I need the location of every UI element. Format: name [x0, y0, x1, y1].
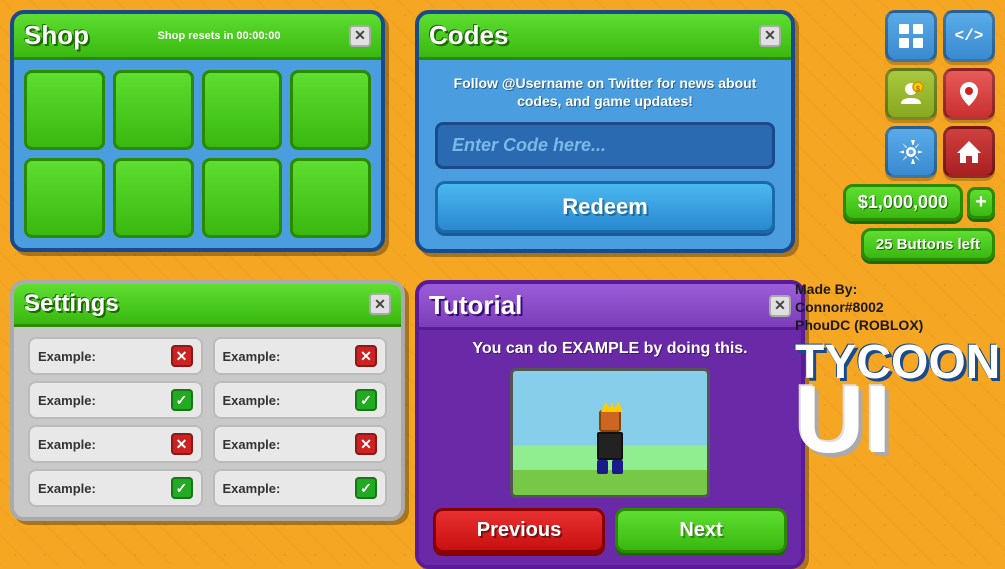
made-by-line1: Made By:	[795, 281, 857, 297]
shop-grid	[24, 70, 371, 238]
shop-item[interactable]	[202, 70, 283, 150]
shop-item[interactable]	[290, 158, 371, 238]
setting-label: Example:	[38, 349, 96, 364]
next-button[interactable]: Next	[615, 508, 787, 553]
tutorial-close-button[interactable]: ✕	[769, 295, 791, 317]
tutorial-navigation: Previous Next	[433, 508, 787, 553]
character-body	[597, 432, 623, 460]
settings-close-button[interactable]: ✕	[369, 293, 391, 315]
settings-panel: Settings ✕ Example: ✕ Example: ✕ Example…	[10, 280, 405, 521]
setting-row: Example: ✓	[213, 469, 388, 507]
character-crown	[601, 402, 623, 412]
tutorial-instruction-text: You can do EXAMPLE by doing this.	[472, 340, 747, 358]
character-leg-right	[612, 460, 623, 474]
code-bracket-icon-button[interactable]: </>	[943, 10, 995, 62]
made-by-line3: PhouDC (ROBLOX)	[795, 317, 923, 333]
tutorial-panel: Tutorial ✕ You can do EXAMPLE by doing t…	[415, 280, 805, 569]
made-by-line2: Connor#8002	[795, 299, 884, 315]
svg-text:$: $	[916, 86, 920, 93]
setting-label: Example:	[223, 481, 281, 496]
player-dollar-icon-button[interactable]: $	[885, 68, 937, 120]
shop-header: Shop Shop resets in 00:00:00 ✕	[14, 14, 381, 60]
codes-panel: Codes ✕ Follow @Username on Twitter for …	[415, 10, 795, 253]
setting-label: Example:	[38, 481, 96, 496]
setting-label: Example:	[223, 349, 281, 364]
codes-header: Codes ✕	[419, 14, 791, 60]
shop-item[interactable]	[24, 158, 105, 238]
toggle-button[interactable]: ✓	[171, 477, 193, 499]
person-dollar-icon: $	[897, 80, 925, 108]
tutorial-character	[595, 410, 625, 470]
ui-label: UI	[795, 379, 995, 461]
codes-close-button[interactable]: ✕	[759, 25, 781, 47]
branding-panel: Made By: Connor#8002 PhouDC (ROBLOX) TYC…	[795, 280, 995, 460]
shop-item[interactable]	[290, 70, 371, 150]
toggle-button[interactable]: ✕	[171, 345, 193, 367]
shop-close-button[interactable]: ✕	[349, 25, 371, 47]
currency-amount: $1,000,000	[843, 184, 963, 221]
setting-row: Example: ✕	[213, 337, 388, 375]
location-icon	[957, 80, 981, 108]
character-legs	[597, 460, 623, 474]
codes-body: Follow @Username on Twitter for news abo…	[419, 60, 791, 249]
code-input[interactable]	[435, 122, 775, 169]
toggle-button[interactable]: ✓	[355, 389, 377, 411]
setting-row: Example: ✕	[28, 337, 203, 375]
character-leg-left	[597, 460, 608, 474]
buttons-left-display: 25 Buttons left	[861, 228, 995, 261]
code-icon: </>	[955, 27, 984, 45]
tutorial-title: Tutorial	[429, 290, 522, 321]
settings-body: Example: ✕ Example: ✕ Example: ✓ Example…	[14, 327, 401, 517]
home-icon-button[interactable]	[943, 126, 995, 178]
shop-item[interactable]	[113, 158, 194, 238]
codes-title: Codes	[429, 20, 508, 51]
grid-icon	[897, 22, 925, 50]
toggle-button[interactable]: ✓	[355, 477, 377, 499]
setting-label: Example:	[223, 437, 281, 452]
made-by-text: Made By: Connor#8002 PhouDC (ROBLOX)	[795, 280, 995, 335]
tutorial-image	[510, 368, 710, 498]
shop-grid-icon-button[interactable]	[885, 10, 937, 62]
toggle-button[interactable]: ✓	[171, 389, 193, 411]
setting-row: Example: ✓	[28, 469, 203, 507]
shop-item[interactable]	[24, 70, 105, 150]
add-currency-button[interactable]: +	[967, 187, 995, 219]
character-head	[599, 410, 621, 432]
home-icon	[955, 139, 983, 165]
toggle-button[interactable]: ✕	[171, 433, 193, 455]
redeem-button[interactable]: Redeem	[435, 181, 775, 233]
shop-item[interactable]	[113, 70, 194, 150]
shop-body	[14, 60, 381, 248]
gear-icon	[897, 138, 925, 166]
right-icon-panel: </> $	[885, 10, 995, 178]
settings-header: Settings ✕	[14, 284, 401, 327]
toggle-button[interactable]: ✕	[355, 345, 377, 367]
shop-panel: Shop Shop resets in 00:00:00 ✕	[10, 10, 385, 252]
previous-button[interactable]: Previous	[433, 508, 605, 553]
setting-label: Example:	[38, 393, 96, 408]
shop-reset-timer: Shop resets in 00:00:00	[89, 30, 349, 42]
toggle-button[interactable]: ✕	[355, 433, 377, 455]
tutorial-header: Tutorial ✕	[419, 284, 801, 330]
shop-item[interactable]	[202, 158, 283, 238]
tutorial-body: You can do EXAMPLE by doing this. Previo…	[419, 330, 801, 565]
shop-title: Shop	[24, 20, 89, 51]
setting-label: Example:	[38, 437, 96, 452]
setting-label: Example:	[223, 393, 281, 408]
location-icon-button[interactable]	[943, 68, 995, 120]
setting-row: Example: ✕	[213, 425, 388, 463]
settings-title: Settings	[24, 290, 119, 318]
setting-row: Example: ✕	[28, 425, 203, 463]
gear-icon-button[interactable]	[885, 126, 937, 178]
setting-row: Example: ✓	[28, 381, 203, 419]
codes-info-text: Follow @Username on Twitter for news abo…	[435, 74, 775, 110]
setting-row: Example: ✓	[213, 381, 388, 419]
currency-bar: $1,000,000 +	[843, 184, 995, 221]
